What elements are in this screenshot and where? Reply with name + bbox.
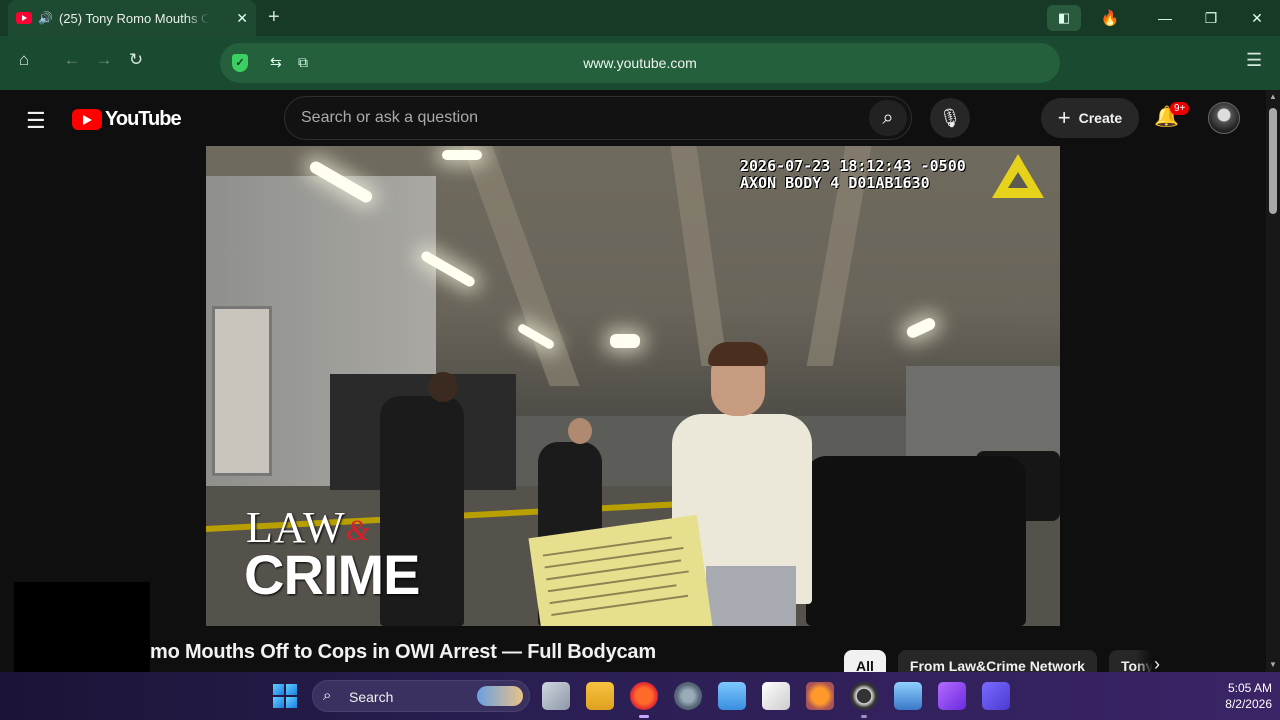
tab-title: (25) Tony Romo Mouths Off to Cops in OWI… [58,10,209,26]
video-player[interactable]: 2026-07-23 18:12:43 -0500 AXON BODY 4 D0… [206,146,1060,626]
window-close-icon[interactable]: ✕ [1242,0,1272,36]
url-text[interactable]: www.youtube.com [220,55,1060,71]
new-tab-icon[interactable]: + [268,6,280,29]
sidebar-icon: ◧ [1047,5,1081,31]
scene-officer-head [568,418,592,444]
microphone-icon[interactable]: 🎙 [930,98,970,138]
browser-nav-bar: ⌂ ← → ↻ ✓ ⇆ ⧉ www.youtube.com ☰ [0,36,1280,90]
clock-time: 5:05 AM [1227,681,1272,695]
search-input[interactable]: Search or ask a question [301,109,478,127]
ceiling-light [442,150,482,160]
scene-man-shorts [706,566,796,626]
sidebar-toggle-button[interactable]: ◧ [1046,0,1082,36]
back-arrow-icon[interactable]: ← [60,50,84,70]
search-highlight-image [477,686,523,706]
clock-date: 8/2/2026 [1225,697,1272,711]
flame-icon[interactable]: 🔥 [1096,0,1124,36]
page-scrollbar[interactable]: ▲ ▼ [1266,90,1280,680]
browser-tab-bar: 🔊 (25) Tony Romo Mouths Off to Cops in O… [0,0,1280,36]
scene-officer-head [428,372,458,402]
ceiling-light [610,334,640,348]
taskbar: ⌕ Search 5:05 AM 8/2/2026 [0,672,1280,720]
forward-arrow-icon[interactable]: → [92,50,116,70]
browser-menu-icon[interactable]: ☰ [1246,50,1262,71]
bodycam-timestamp: 2026-07-23 18:12:43 -0500 AXON BODY 4 D0… [740,158,966,192]
scroll-up-icon[interactable]: ▲ [1269,92,1277,101]
app-launcher-icon[interactable] [982,682,1010,710]
youtube-favicon-icon [16,12,32,24]
timestamp-line2: AXON BODY 4 D01AB1630 [740,174,930,192]
calculator-icon[interactable] [894,682,922,710]
scene-man-hair [708,342,768,366]
address-bar[interactable]: ✓ ⇆ ⧉ www.youtube.com [220,43,1060,83]
avatar[interactable] [1208,102,1240,134]
youtube-play-icon [72,109,102,130]
guide-menu-icon[interactable]: ☰ [26,108,46,134]
reload-icon[interactable]: ↻ [124,50,148,70]
task-view-icon[interactable] [542,682,570,710]
logo-text: YouTube [105,108,182,130]
paper-line [542,536,672,557]
watermark-crime: CRIME [244,543,420,606]
search-box[interactable]: Search or ask a question ⌕ [284,96,912,140]
create-button[interactable]: + Create [1041,98,1139,138]
minimize-icon[interactable]: — [1150,0,1180,36]
speaker-icon[interactable]: 🔊 [38,11,53,25]
create-label: Create [1078,110,1123,126]
search-icon: ⌕ [323,687,332,704]
notepad-icon[interactable] [718,682,746,710]
timestamp-line1: 2026-07-23 18:12:43 -0500 [740,157,966,175]
home-icon[interactable]: ⌂ [12,50,36,70]
settings-gear-icon[interactable] [674,682,702,710]
restore-icon[interactable]: ❐ [1196,0,1226,36]
snipping-tool-icon[interactable] [762,682,790,710]
paper-line [547,570,689,593]
taskbar-search-label: Search [349,689,394,705]
scroll-thumb[interactable] [1269,108,1277,214]
obs-icon[interactable] [850,682,878,718]
plus-icon: + [1057,105,1071,130]
browser-tab-youtube[interactable]: 🔊 (25) Tony Romo Mouths Off to Cops in O… [8,0,256,36]
windows-start-icon[interactable] [273,684,297,708]
browser-app-icon[interactable] [630,682,658,718]
youtube-logo[interactable]: YouTube [72,108,182,131]
miniplayer-thumbnail[interactable] [14,582,150,680]
taskbar-search[interactable]: ⌕ Search [312,680,530,712]
axon-logo [992,154,1044,198]
scene-truck [806,456,1026,626]
close-tab-icon[interactable]: ✕ [236,10,248,27]
scene-door [212,306,272,476]
fl-studio-icon[interactable] [806,682,834,710]
file-explorer-icon[interactable] [586,682,614,710]
system-clock[interactable]: 5:05 AM 8/2/2026 [1196,680,1272,712]
paper-line [544,546,684,569]
search-icon[interactable]: ⌕ [869,100,907,136]
notification-badge: 9+ [1170,102,1190,115]
video-title: mo Mouths Off to Cops in OWI Arrest — Fu… [150,641,656,663]
scroll-down-icon[interactable]: ▼ [1269,660,1277,669]
clipchamp-icon[interactable] [938,682,966,710]
youtube-page: ☰ YouTube Search or ask a question ⌕ 🎙 +… [0,90,1266,680]
